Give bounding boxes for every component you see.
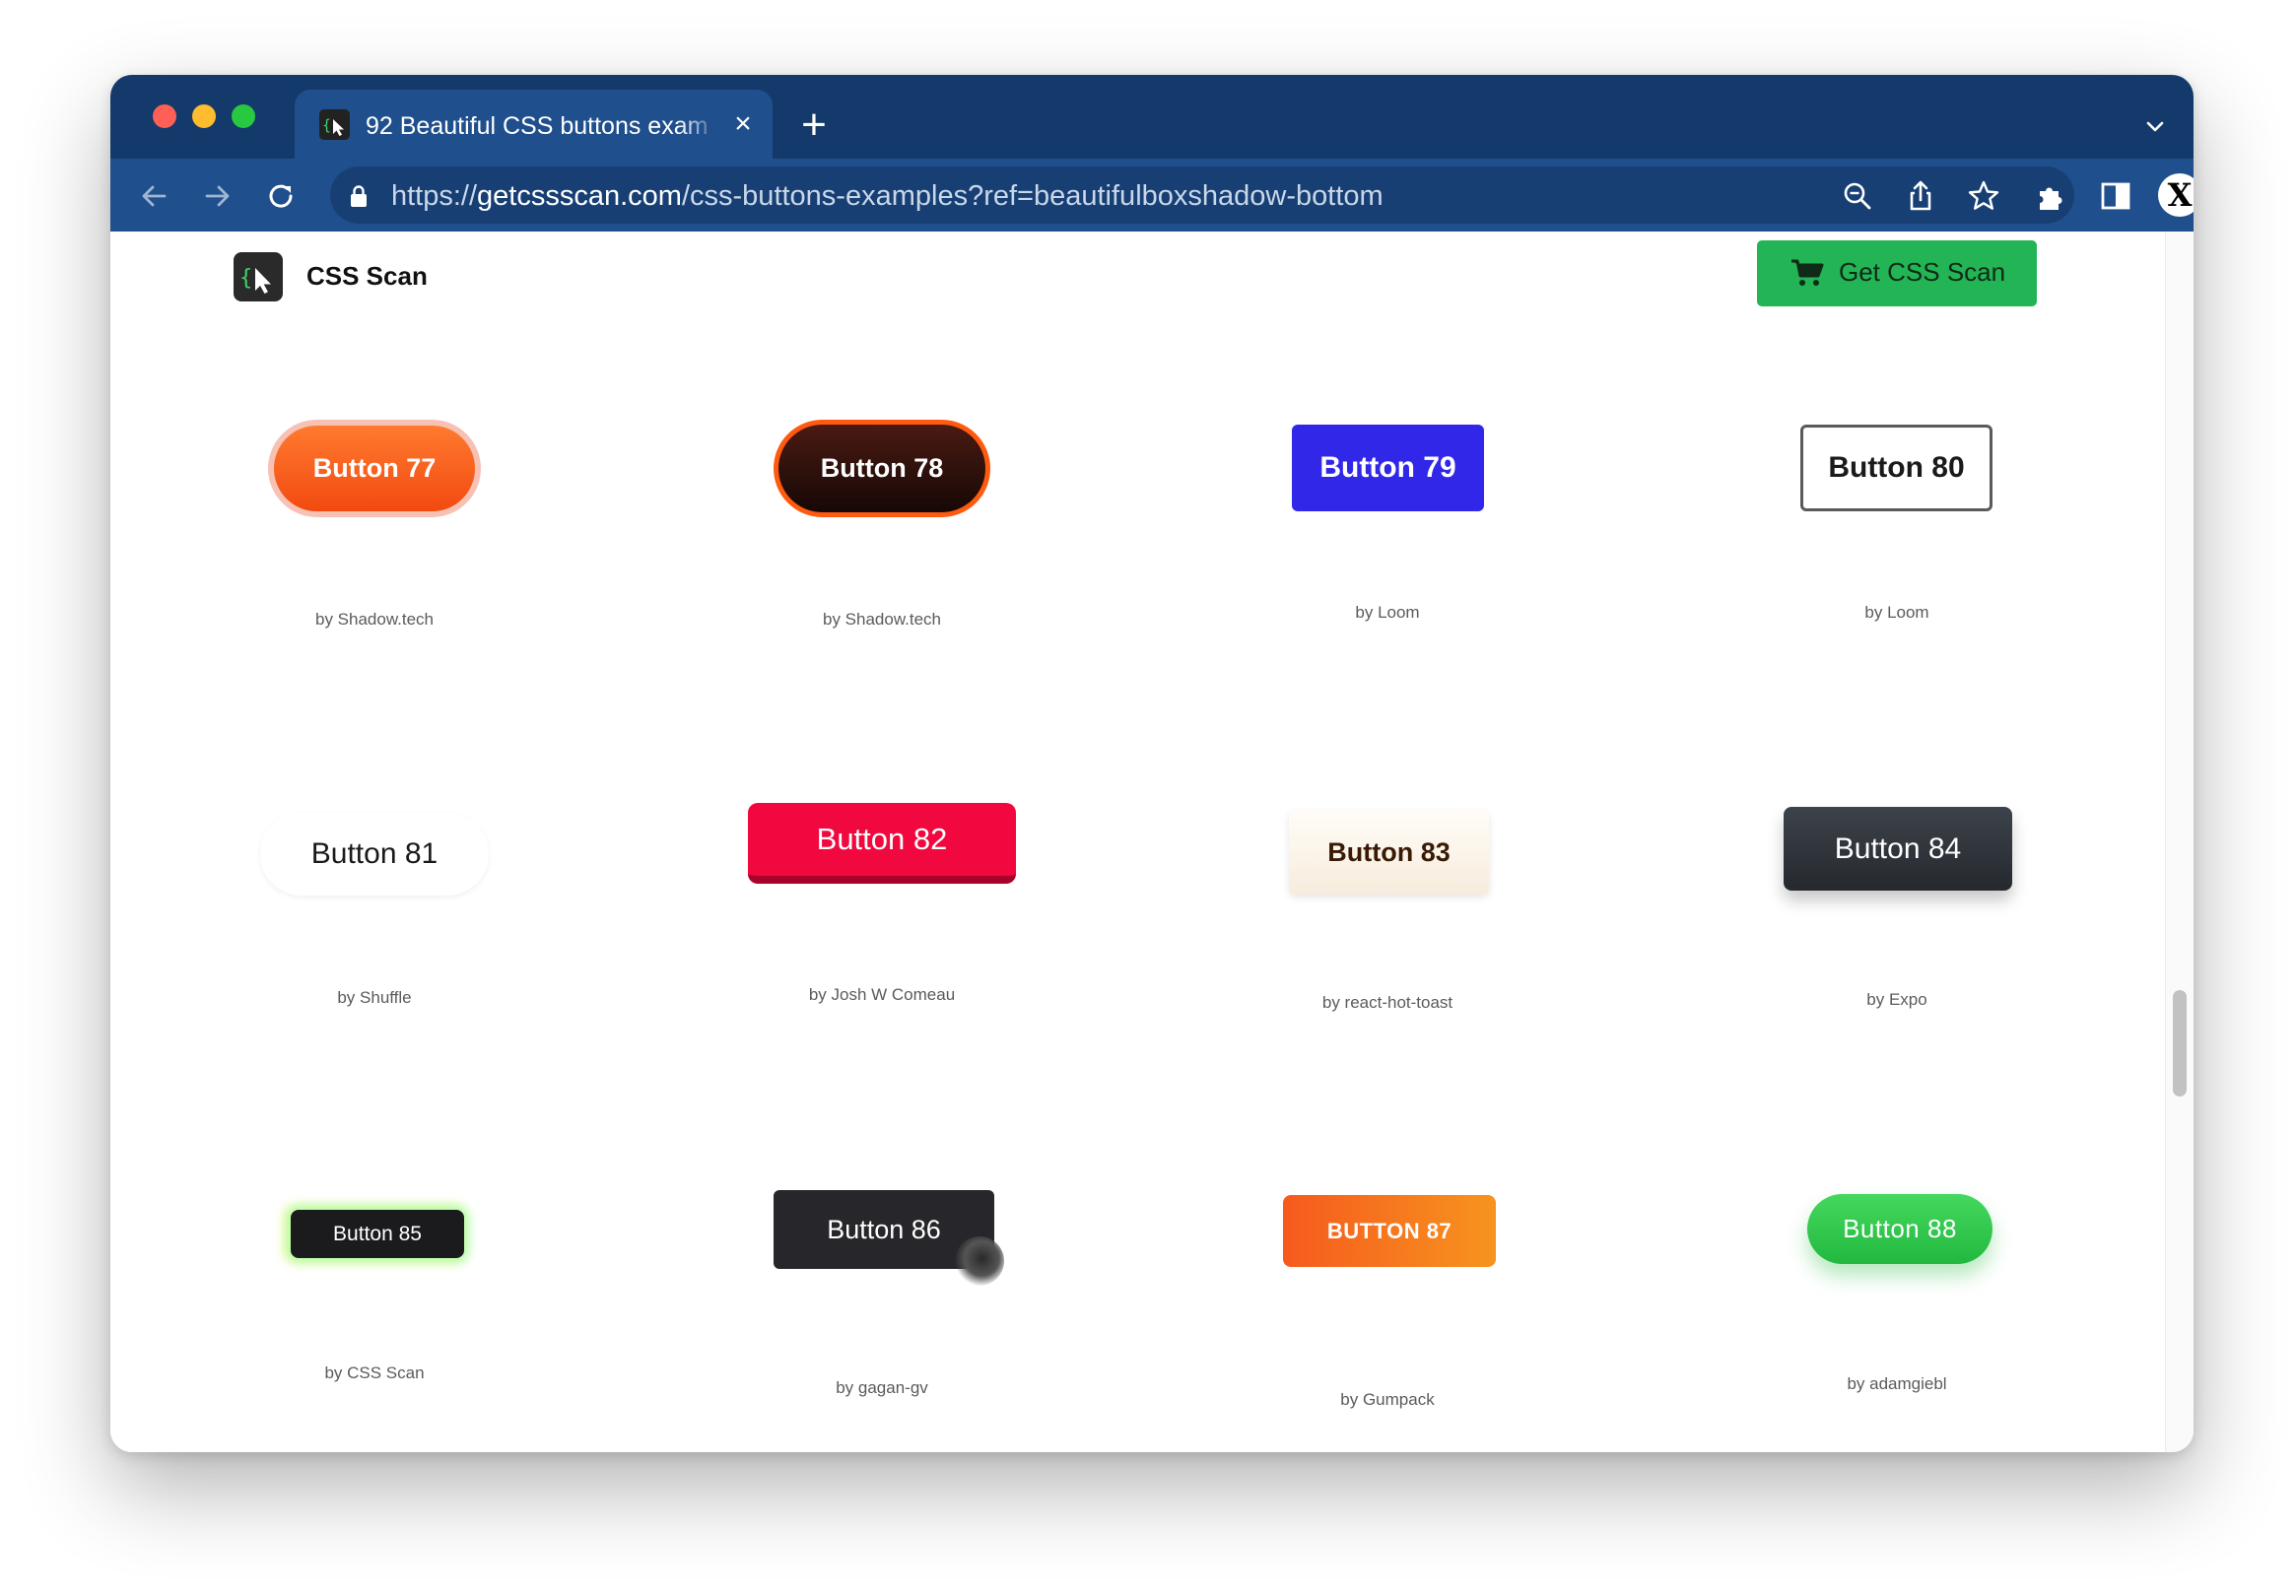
button-81[interactable]: Button 81 [260, 813, 489, 896]
tab-title-fade [679, 103, 718, 147]
credit-button-85[interactable]: by CSS Scan [121, 1363, 628, 1384]
button-77[interactable]: Button 77 [268, 420, 481, 517]
button-83[interactable]: Button 83 [1289, 810, 1489, 895]
get-css-scan-label: Get CSS Scan [1839, 257, 2006, 287]
cart-icon [1790, 258, 1824, 288]
page-viewport: { CSS Scan Get CSS Scan Button 77 by Sha… [110, 232, 2194, 1452]
credit-button-79[interactable]: by Loom [1134, 602, 1641, 624]
browser-toolbar: https://getcssscan.com/css-buttons-examp… [110, 159, 2194, 232]
extensions-icon[interactable] [2033, 177, 2070, 215]
tab-active[interactable]: { 92 Beautiful CSS buttons exam × [295, 90, 773, 159]
star-icon[interactable] [1965, 177, 2002, 215]
credit-button-87[interactable]: by Gumpack [1134, 1389, 1641, 1411]
close-window-button[interactable] [153, 104, 176, 128]
url-scheme: https:// [391, 180, 478, 212]
credit-button-83[interactable]: by react-hot-toast [1134, 992, 1641, 1014]
forward-icon[interactable] [200, 178, 236, 214]
profile-avatar[interactable]: X [2158, 173, 2194, 217]
button-79[interactable]: Button 79 [1292, 425, 1484, 511]
back-icon[interactable] [136, 178, 171, 214]
button-82[interactable]: Button 82 [748, 803, 1016, 884]
credit-button-80[interactable]: by Loom [1644, 602, 2150, 624]
credit-button-81[interactable]: by Shuffle [121, 987, 628, 1009]
zoom-icon[interactable] [1839, 177, 1876, 215]
credit-button-88[interactable]: by adamgiebl [1644, 1373, 2150, 1395]
tab-search-chevron-icon[interactable] [2140, 112, 2170, 142]
new-tab-icon[interactable]: + [795, 103, 833, 147]
css-scan-favicon-icon: { [319, 109, 350, 140]
lock-icon[interactable] [347, 183, 371, 209]
credit-button-82[interactable]: by Josh W Comeau [629, 984, 1135, 1006]
tab-strip: { 92 Beautiful CSS buttons exam × + [110, 75, 2194, 159]
reload-icon[interactable] [263, 178, 299, 214]
svg-text:{: { [239, 266, 252, 291]
minimize-window-button[interactable] [192, 104, 216, 128]
button-85[interactable]: Button 85 [291, 1210, 464, 1258]
tab-close-icon[interactable]: × [728, 109, 758, 139]
scrollbar[interactable] [2165, 232, 2194, 1452]
side-panel-icon[interactable] [2097, 177, 2134, 215]
button-87[interactable]: BUTTON 87 [1283, 1195, 1496, 1267]
url-text[interactable]: https://getcssscan.com/css-buttons-examp… [391, 178, 1384, 214]
button-84[interactable]: Button 84 [1784, 807, 2012, 891]
browser-window: { 92 Beautiful CSS buttons exam × + http… [110, 75, 2194, 1452]
share-icon[interactable] [1902, 177, 1939, 215]
credit-button-77[interactable]: by Shadow.tech [121, 609, 628, 631]
site-brand-name[interactable]: CSS Scan [306, 258, 428, 294]
credit-button-78[interactable]: by Shadow.tech [629, 609, 1135, 631]
credit-button-86[interactable]: by gagan-gv [629, 1377, 1135, 1399]
button-88[interactable]: Button 88 [1807, 1194, 1992, 1264]
button-78[interactable]: Button 78 [774, 420, 990, 517]
maximize-window-button[interactable] [232, 104, 255, 128]
get-css-scan-button[interactable]: Get CSS Scan [1757, 240, 2037, 306]
css-scan-logo-icon[interactable]: { [234, 252, 283, 301]
button-86-hover-blob [955, 1236, 1004, 1286]
credit-button-84[interactable]: by Expo [1644, 989, 2150, 1011]
tab-title: 92 Beautiful CSS buttons exam [366, 112, 709, 140]
url-path: /css-buttons-examples?ref=beautifulboxsh… [681, 180, 1384, 212]
scrollbar-thumb[interactable] [2173, 990, 2187, 1097]
svg-text:{: { [322, 116, 331, 134]
url-host: getcssscan.com [477, 180, 682, 212]
button-80[interactable]: Button 80 [1800, 425, 1992, 511]
